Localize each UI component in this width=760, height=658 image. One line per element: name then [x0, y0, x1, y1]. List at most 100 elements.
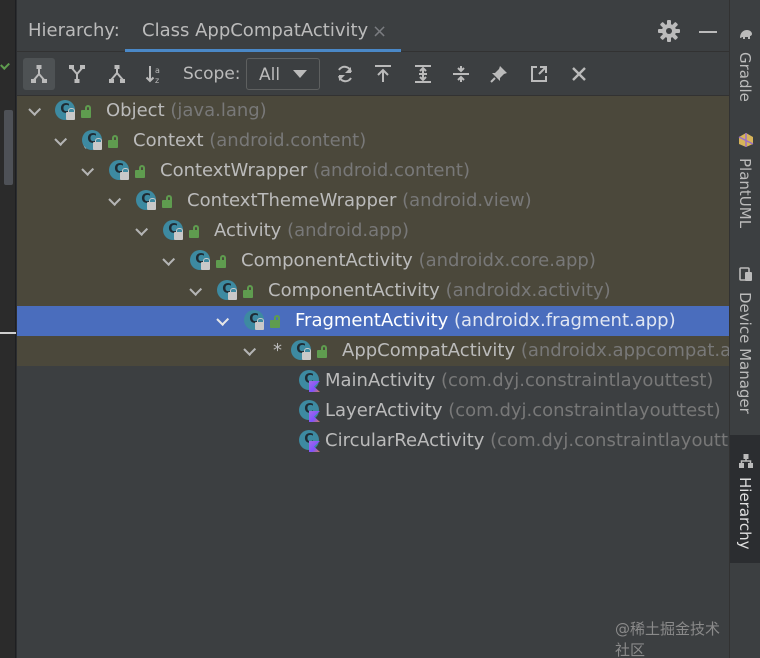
- chevron-down-icon[interactable]: [217, 315, 229, 323]
- tool-window-plantuml[interactable]: PlantUML: [730, 126, 760, 238]
- subtypes-hierarchy-icon: [31, 65, 47, 83]
- class-icon: C: [190, 250, 212, 272]
- chevron-down-icon[interactable]: [136, 225, 148, 233]
- class-name: Activity (android.app): [214, 220, 409, 241]
- class-icon: C: [244, 310, 266, 332]
- chevron-down-icon[interactable]: [82, 165, 94, 173]
- tab-label: Class AppCompatActivity: [142, 20, 369, 41]
- tree-row-marker: *: [273, 340, 282, 361]
- public-lock-icon: [215, 255, 227, 268]
- sort-alphabetically-button[interactable]: a z: [139, 58, 171, 90]
- class-name: MainActivity (com.dyj.constraintlayoutte…: [325, 370, 713, 391]
- close-button[interactable]: [563, 58, 595, 90]
- class-name-label: ComponentActivity: [241, 250, 413, 271]
- tree-row[interactable]: C LayerActivity (com.dyj.constraintlayout…: [17, 396, 729, 426]
- package-name: (java.lang): [170, 100, 267, 121]
- chevron-down-icon[interactable]: [29, 105, 41, 113]
- package-name: (com.dyj.constraintlayouttest): [441, 370, 714, 391]
- package-name: (android.content): [313, 160, 470, 181]
- supertypes-hierarchy-button[interactable]: [61, 58, 93, 90]
- class-name-label: CircularReActivity: [325, 430, 485, 451]
- chevron-down-icon[interactable]: [190, 285, 202, 293]
- minimize-icon[interactable]: [699, 31, 717, 33]
- public-lock-icon: [269, 315, 281, 328]
- tool-window-hierarchy[interactable]: Hierarchy: [730, 435, 760, 563]
- public-lock-icon: [242, 285, 254, 298]
- expand-all-button[interactable]: [407, 58, 439, 90]
- tree-row[interactable]: C Object (java.lang): [17, 96, 729, 126]
- editor-gutter: [0, 0, 16, 658]
- subtypes-hierarchy-button[interactable]: [23, 58, 55, 90]
- pin-button[interactable]: [483, 58, 515, 90]
- package-name: (android.content): [209, 130, 367, 151]
- package-name: (android.view): [402, 190, 532, 211]
- public-lock-icon: [134, 165, 146, 178]
- type-hierarchy-button[interactable]: [101, 58, 133, 90]
- tool-window-device-manager[interactable]: Device Manager: [730, 260, 760, 420]
- class-name: AppCompatActivity (androidx.appcompat.ap: [342, 340, 729, 361]
- collapse-all-icon: [453, 66, 469, 82]
- public-lock-icon: [161, 195, 173, 208]
- public-lock-icon: [316, 345, 328, 358]
- class-name: LayerActivity (com.dyj.constraintlayoutt…: [325, 400, 721, 421]
- class-name-label: LayerActivity: [325, 400, 443, 421]
- open-in-new-button[interactable]: [523, 58, 555, 90]
- tree-row[interactable]: * C AppCompatActivity (androidx.appcompat.…: [17, 336, 729, 366]
- tool-window-label: Gradle: [736, 52, 754, 102]
- class-icon: C: [55, 100, 77, 122]
- collapse-all-button[interactable]: [445, 58, 477, 90]
- class-name-label: ContextThemeWrapper: [187, 190, 397, 211]
- hierarchy-toolbar: a z Scope: All: [17, 52, 729, 96]
- check-icon: [0, 60, 10, 70]
- class-name: Object (java.lang): [106, 100, 267, 121]
- tree-row[interactable]: C Activity (android.app): [17, 216, 729, 246]
- package-name: (android.app): [287, 220, 410, 241]
- package-name: (androidx.fragment.app): [454, 310, 676, 331]
- tool-window-gradle[interactable]: Gradle: [730, 18, 760, 108]
- class-icon: C: [163, 220, 185, 242]
- tree-row[interactable]: C FragmentActivity (androidx.fragment.app…: [17, 306, 729, 336]
- tab-close-icon[interactable]: ×: [372, 21, 387, 42]
- tree-row[interactable]: C CircularReActivity (com.dyj.constraintl…: [17, 426, 729, 456]
- tab-class-appcompatactivity[interactable]: Class AppCompatActivity ×: [125, 11, 401, 52]
- tree-row[interactable]: C ComponentActivity (androidx.activity): [17, 276, 729, 306]
- hierarchy-tree: CObject (java.lang)(CContext (android.co…: [17, 96, 729, 658]
- class-icon: C: [217, 280, 239, 302]
- public-lock-icon: [107, 135, 119, 148]
- supertypes-hierarchy-icon: [69, 65, 85, 83]
- svg-text:a: a: [155, 66, 160, 75]
- class-name: ComponentActivity (androidx.core.app): [241, 250, 596, 271]
- class-name-label: Context: [133, 130, 204, 151]
- hierarchy-icon: [739, 454, 753, 468]
- class-name: ContextWrapper (android.content): [160, 160, 470, 181]
- package-name: (androidx.core.app): [418, 250, 596, 271]
- export-button[interactable]: [367, 58, 399, 90]
- watermark: @稀土掘金技术社区: [615, 620, 721, 658]
- gear-icon[interactable]: [657, 19, 681, 43]
- chevron-down-icon[interactable]: [244, 345, 256, 353]
- class-icon: C: [136, 190, 158, 212]
- refresh-icon: [338, 65, 352, 83]
- class-icon: C: [109, 160, 131, 182]
- class-icon: C: [82, 130, 104, 152]
- tree-row[interactable]: C ComponentActivity (androidx.core.app): [17, 246, 729, 276]
- chevron-down-icon[interactable]: [163, 255, 175, 263]
- refresh-button[interactable]: [329, 58, 361, 90]
- chevron-down-icon[interactable]: [109, 195, 121, 203]
- scope-select[interactable]: All: [246, 58, 320, 90]
- scrollbar-thumb[interactable]: [4, 110, 13, 185]
- tree-row[interactable]: C MainActivity (com.dyj.constraintlayoutt…: [17, 366, 729, 396]
- class-name: ContextThemeWrapper (android.view): [187, 190, 532, 211]
- class-name: ComponentActivity (androidx.activity): [268, 280, 611, 301]
- tree-row[interactable]: (CContext (android.content): [17, 126, 729, 156]
- tree-row[interactable]: C ContextWrapper (android.content): [17, 156, 729, 186]
- chevron-down-icon[interactable]: [55, 135, 67, 143]
- class-name-label: Object: [106, 100, 165, 121]
- tree-row[interactable]: C ContextThemeWrapper (android.view): [17, 186, 729, 216]
- type-hierarchy-icon: [109, 65, 125, 83]
- kotlin-class-icon: C: [299, 400, 321, 422]
- tool-window-label: PlantUML: [736, 158, 754, 229]
- public-lock-icon: [80, 105, 92, 118]
- class-name-label: FragmentActivity: [295, 310, 449, 331]
- package-name: (androidx.appcompat.ap: [520, 340, 729, 361]
